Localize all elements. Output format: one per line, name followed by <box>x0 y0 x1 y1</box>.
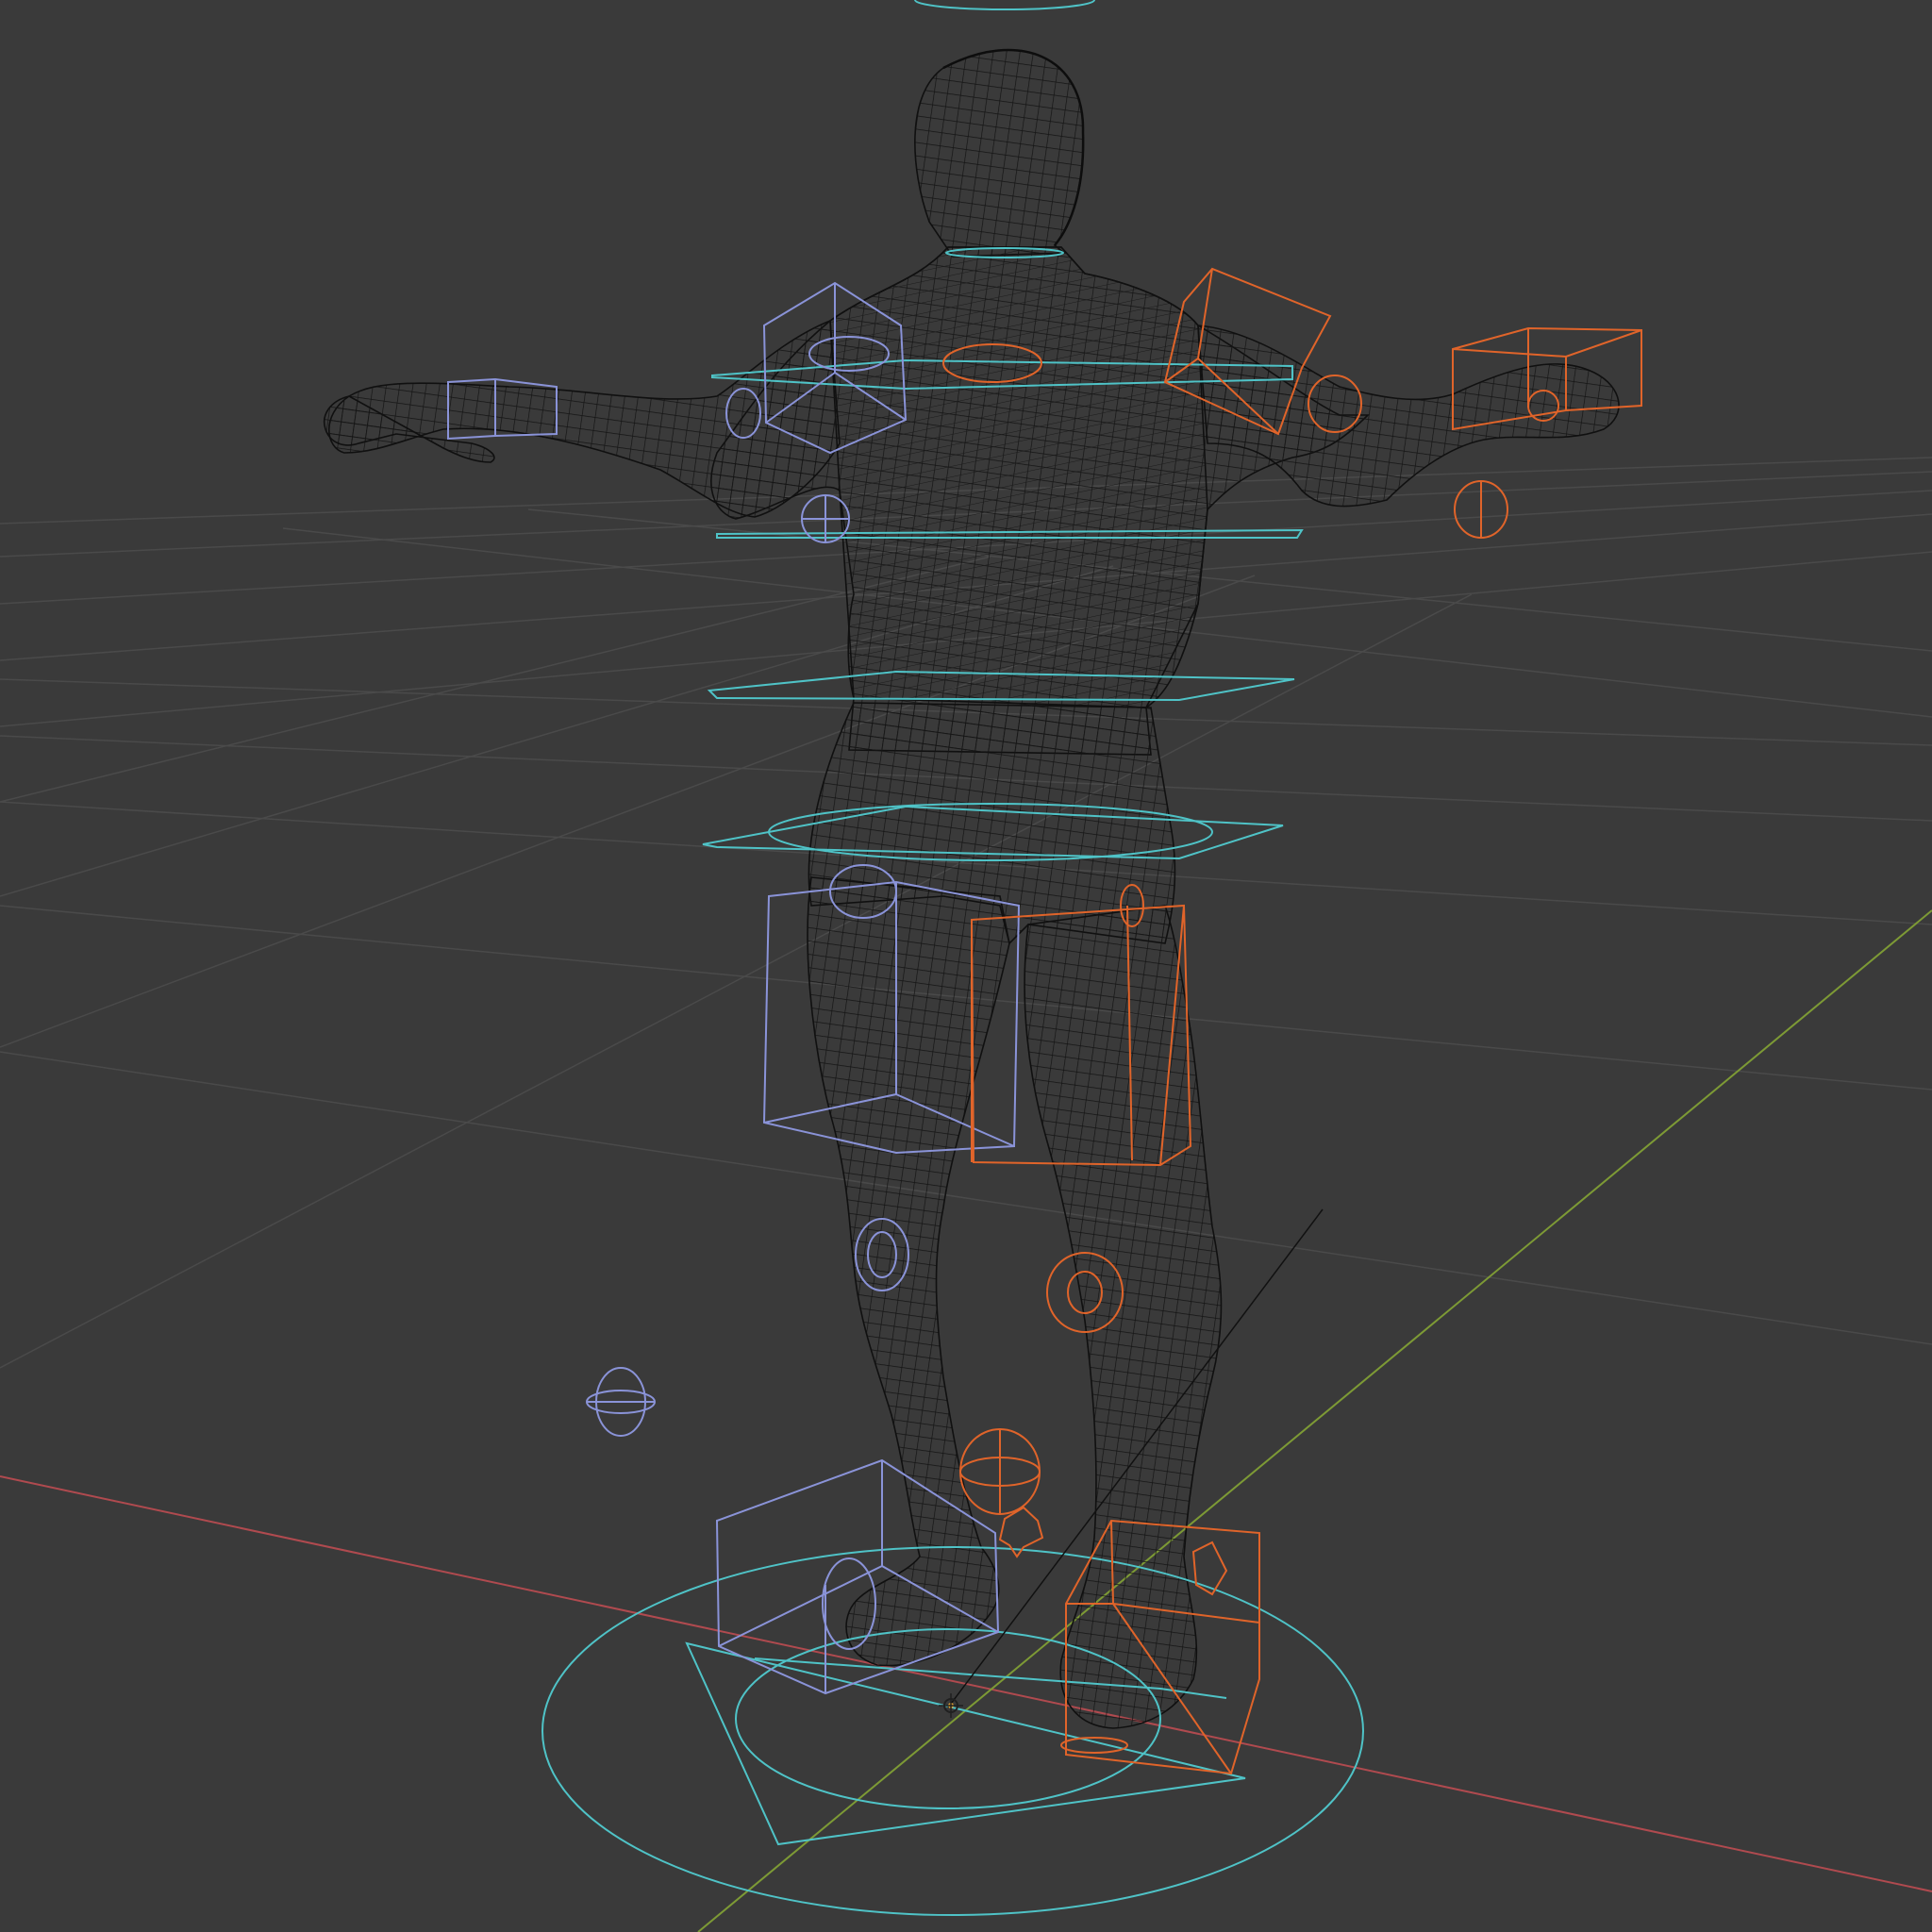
character-mesh[interactable] <box>324 48 1620 1729</box>
viewport-canvas[interactable] <box>0 0 1932 1932</box>
origin-marker-icon[interactable] <box>939 1693 963 1718</box>
3d-viewport[interactable] <box>0 0 1932 1932</box>
